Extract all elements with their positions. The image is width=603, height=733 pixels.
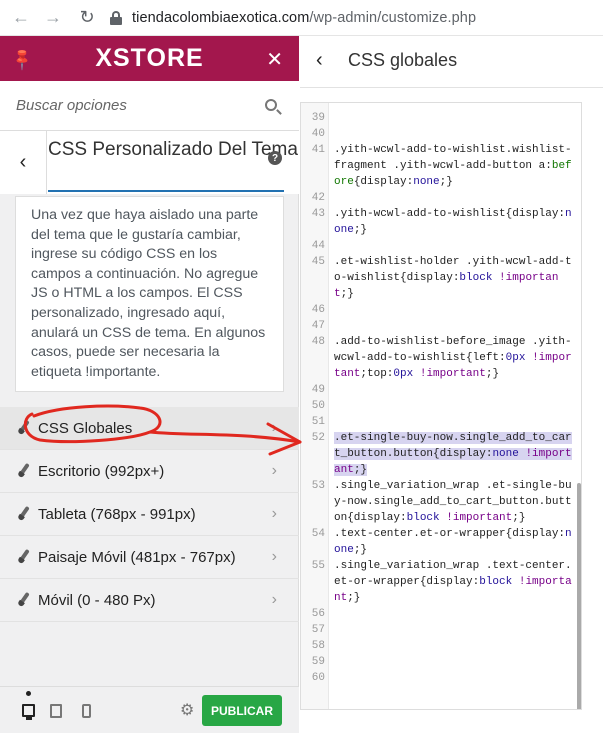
close-icon[interactable]: ✕ (266, 47, 283, 72)
menu-item-escritorio[interactable]: Escritorio (992px+) › (0, 450, 299, 493)
browser-bar: ← → ↻ tiendacolombiaexotica.com/wp-admin… (0, 0, 603, 36)
brush-icon (16, 463, 32, 479)
code-lines: 39 40 41 .yith-wcwl-add-to-wishlist.wishl… (301, 110, 581, 686)
code-line: 44 (311, 240, 325, 252)
chevron-right-icon: › (271, 591, 277, 608)
brush-icon (16, 420, 32, 436)
editor-header: ‹ CSS globales (300, 36, 603, 88)
chevron-left-icon[interactable]: ‹ (316, 49, 323, 72)
customizer-footer: ⚙ PUBLICAR (0, 686, 299, 733)
menu-item-css-globales[interactable]: CSS Globales › (0, 407, 299, 450)
code-line: 49 (311, 384, 325, 396)
code-line: 41 .yith-wcwl-add-to-wishlist.wishlist-fr… (311, 144, 572, 188)
code-line: 39 (311, 112, 325, 124)
code-line: 46 (311, 304, 325, 316)
css-editor-panel: ‹ CSS globales 39 40 41 .yith-wcwl-add-to… (300, 36, 603, 733)
mobile-icon[interactable] (82, 704, 91, 718)
pin-icon[interactable]: 📌 (9, 46, 35, 72)
menu-item-movil[interactable]: Móvil (0 - 480 Px) › (0, 579, 299, 622)
section-header: ‹ CSS Personalizado Del Tema ? (0, 131, 299, 194)
menu-item-label: CSS Globales (38, 419, 133, 437)
code-editor[interactable]: 39 40 41 .yith-wcwl-add-to-wishlist.wishl… (300, 102, 582, 710)
code-line: 50 (311, 400, 325, 412)
forward-arrow-icon[interactable]: → (40, 5, 66, 31)
code-line: 55 .single_variation_wrap .text-center.et… (311, 560, 572, 604)
chevron-right-icon: › (271, 505, 277, 522)
chevron-right-icon: › (271, 548, 277, 565)
code-line: 48 .add-to-wishlist-before_image .yith-wc… (311, 336, 572, 380)
editor-scrollbar[interactable] (577, 483, 581, 709)
address-bar[interactable]: tiendacolombiaexotica.com/wp-admin/custo… (132, 10, 476, 26)
code-line: 54 .text-center.et-or-wrapper{display:non… (311, 528, 572, 556)
editor-title: CSS globales (348, 50, 458, 70)
menu-item-label: Tableta (768px - 991px) (38, 505, 196, 523)
code-line: 58 (311, 640, 325, 652)
menu-item-label: Paisaje Móvil (481px - 767px) (38, 548, 236, 566)
url-host: tiendacolombiaexotica.com (132, 9, 310, 26)
code-line: 60 (311, 672, 325, 684)
brush-icon (16, 549, 32, 565)
search-input[interactable] (16, 97, 256, 114)
lock-icon (110, 10, 122, 25)
brand-header: 📌 XSTORE ✕ (0, 36, 299, 81)
chevron-left-icon[interactable]: ‹ (0, 131, 47, 194)
section-title: CSS Personalizado Del Tema (48, 139, 298, 160)
menu-item-paisaje-movil[interactable]: Paisaje Móvil (481px - 767px) › (0, 536, 299, 579)
brush-icon (16, 592, 32, 608)
menu-item-label: Móvil (0 - 480 Px) (38, 591, 156, 609)
code-line: 47 (311, 320, 325, 332)
code-line: 57 (311, 624, 325, 636)
chevron-right-icon: › (271, 419, 277, 436)
active-device-indicator (26, 691, 31, 696)
code-line: 59 (311, 656, 325, 668)
css-menu: CSS Globales › Escritorio (992px+) › Tab… (0, 407, 299, 622)
publish-button[interactable]: PUBLICAR (202, 695, 282, 726)
search-icon[interactable] (265, 99, 277, 111)
customizer-sidebar: 📌 XSTORE ✕ ‹ CSS Personalizado Del Tema … (0, 36, 299, 733)
section-description: Una vez que haya aislado una parte del t… (15, 196, 284, 392)
section-underline (48, 190, 284, 192)
url-path: /wp-admin/customize.php (309, 9, 477, 26)
code-line: 51 (311, 416, 325, 428)
code-line: 40 (311, 128, 325, 140)
code-line: 45 .et-wishlist-holder .yith-wcwl-add-to-… (311, 256, 572, 300)
code-line: 53 .single_variation_wrap .et-single-buy-… (311, 480, 572, 524)
code-line: 56 (311, 608, 325, 620)
tablet-icon[interactable] (50, 704, 62, 718)
xstore-logo: XSTORE (95, 44, 204, 72)
desktop-icon[interactable] (22, 704, 35, 720)
menu-item-tableta[interactable]: Tableta (768px - 991px) › (0, 493, 299, 536)
chevron-right-icon: › (271, 462, 277, 479)
back-arrow-icon[interactable]: ← (8, 5, 34, 31)
code-line: 42 (311, 192, 325, 204)
menu-item-label: Escritorio (992px+) (38, 462, 165, 480)
reload-icon[interactable]: ↻ (74, 5, 100, 31)
gear-icon[interactable]: ⚙ (180, 700, 194, 720)
brush-icon (16, 506, 32, 522)
search-bar (0, 81, 299, 131)
help-icon[interactable]: ? (268, 151, 282, 165)
code-line: 52 .et-single-buy-now.single_add_to_cart_… (311, 432, 572, 476)
code-line: 43 .yith-wcwl-add-to-wishlist{display:non… (311, 208, 572, 236)
